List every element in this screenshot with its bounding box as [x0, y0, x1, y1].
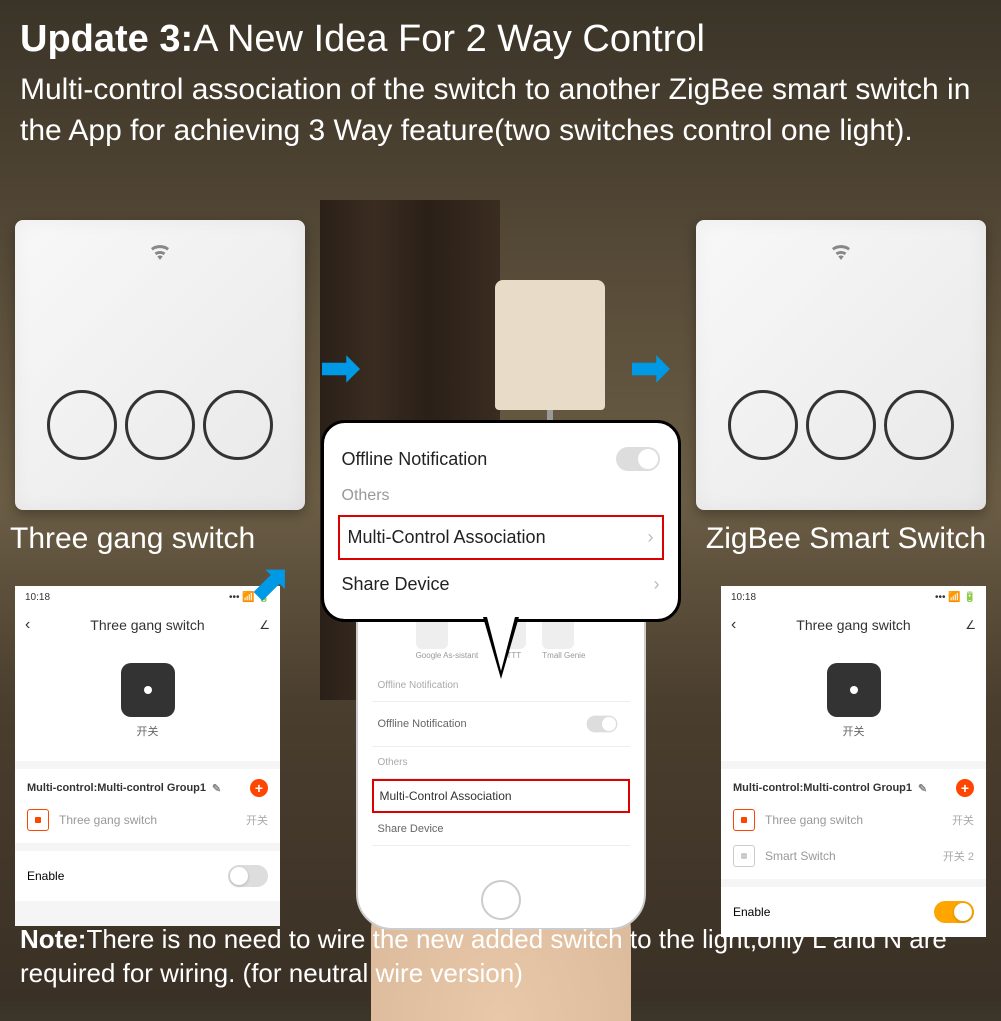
wifi-icon — [149, 242, 171, 266]
wifi-icon — [830, 242, 852, 266]
phone-multi-control-row[interactable]: Multi-Control Association — [372, 779, 630, 813]
group-item-2[interactable]: Smart Switch 开关 2 — [733, 833, 974, 869]
callout-share-row[interactable]: Share Device › — [342, 564, 660, 605]
left-switch-label: Three gang switch — [10, 522, 255, 556]
add-button[interactable]: + — [956, 779, 974, 797]
device-label: 开关 — [721, 723, 986, 739]
switch-button-3[interactable] — [884, 390, 954, 460]
callout-pointer — [483, 617, 519, 679]
group-title: Multi-control:Multi-control Group1 — [733, 782, 912, 794]
title-prefix: Update 3: — [20, 18, 193, 60]
phone-home-button[interactable] — [481, 880, 521, 920]
app-screenshot-left: 10:18••• 📶 🔋 ‹ Three gang switch ∠ 开关 Mu… — [15, 586, 280, 926]
phone-share-device-row[interactable]: Share Device — [372, 813, 630, 846]
pencil-icon[interactable]: ✎ — [212, 782, 221, 795]
three-gang-switch-panel — [15, 220, 305, 510]
note-text: Note:There is no need to wire the new ad… — [20, 923, 981, 991]
multi-control-group-section: Multi-control:Multi-control Group1 ✎ + T… — [721, 769, 986, 879]
arrow-right-icon: ➡ — [630, 340, 670, 396]
edit-icon[interactable]: ∠ — [965, 618, 976, 632]
status-bar: 10:18••• 📶 🔋 — [721, 586, 986, 609]
group-item-1[interactable]: Three gang switch 开关 — [733, 797, 974, 833]
group-item[interactable]: Three gang switch 开关 — [27, 797, 268, 833]
toggle-on-icon[interactable] — [934, 901, 974, 923]
enable-row[interactable]: Enable — [15, 851, 280, 901]
device-icon — [827, 663, 881, 717]
back-icon[interactable]: ‹ — [25, 616, 30, 634]
app-header: ‹ Three gang switch ∠ — [721, 609, 986, 641]
subtitle-text: Multi-control association of the switch … — [20, 70, 981, 151]
switch-button-3[interactable] — [203, 390, 273, 460]
switch-button-1[interactable] — [728, 390, 798, 460]
app-header: ‹ Three gang switch ∠ — [15, 609, 280, 641]
callout-others-label: Others — [342, 481, 660, 511]
phone-section-others: Others — [372, 747, 630, 779]
app-title: Three gang switch — [731, 617, 976, 633]
callout-offline-row[interactable]: Offline Notification — [342, 437, 660, 481]
callout-multi-control-row[interactable]: Multi-Control Association › — [338, 515, 664, 560]
switch-small-icon — [733, 809, 755, 831]
title-block: Update 3:A New Idea For 2 Way Control — [20, 18, 981, 61]
right-switch-label: ZigBee Smart Switch — [706, 522, 986, 556]
chevron-right-icon: › — [648, 527, 654, 548]
add-button[interactable]: + — [250, 779, 268, 797]
device-card[interactable]: 开关 — [15, 641, 280, 761]
device-label: 开关 — [15, 723, 280, 739]
device-card[interactable]: 开关 — [721, 641, 986, 761]
app-screenshot-right: 10:18••• 📶 🔋 ‹ Three gang switch ∠ 开关 Mu… — [721, 586, 986, 926]
back-icon[interactable]: ‹ — [731, 616, 736, 634]
arrow-right-icon: ➡ — [320, 340, 360, 396]
toggle-icon[interactable] — [616, 447, 660, 471]
phone-offline-toggle-row[interactable]: Offline Notification — [372, 702, 630, 747]
switch-button-2[interactable] — [806, 390, 876, 460]
switch-button-1[interactable] — [47, 390, 117, 460]
zigbee-switch-panel — [696, 220, 986, 510]
switch-small-icon — [27, 809, 49, 831]
status-bar: 10:18••• 📶 🔋 — [15, 586, 280, 609]
edit-icon[interactable]: ∠ — [259, 618, 270, 632]
multi-control-group-section: Multi-control:Multi-control Group1 ✎ + T… — [15, 769, 280, 843]
callout-bubble: Offline Notification Others Multi-Contro… — [321, 420, 681, 622]
switch-button-2[interactable] — [125, 390, 195, 460]
switch-small-icon — [733, 845, 755, 867]
app-title: Three gang switch — [25, 617, 270, 633]
chevron-right-icon: › — [654, 574, 660, 595]
device-icon — [121, 663, 175, 717]
pencil-icon[interactable]: ✎ — [918, 782, 927, 795]
toggle-off-icon[interactable] — [228, 865, 268, 887]
group-title: Multi-control:Multi-control Group1 — [27, 782, 206, 794]
title-text: A New Idea For 2 Way Control — [193, 18, 705, 60]
